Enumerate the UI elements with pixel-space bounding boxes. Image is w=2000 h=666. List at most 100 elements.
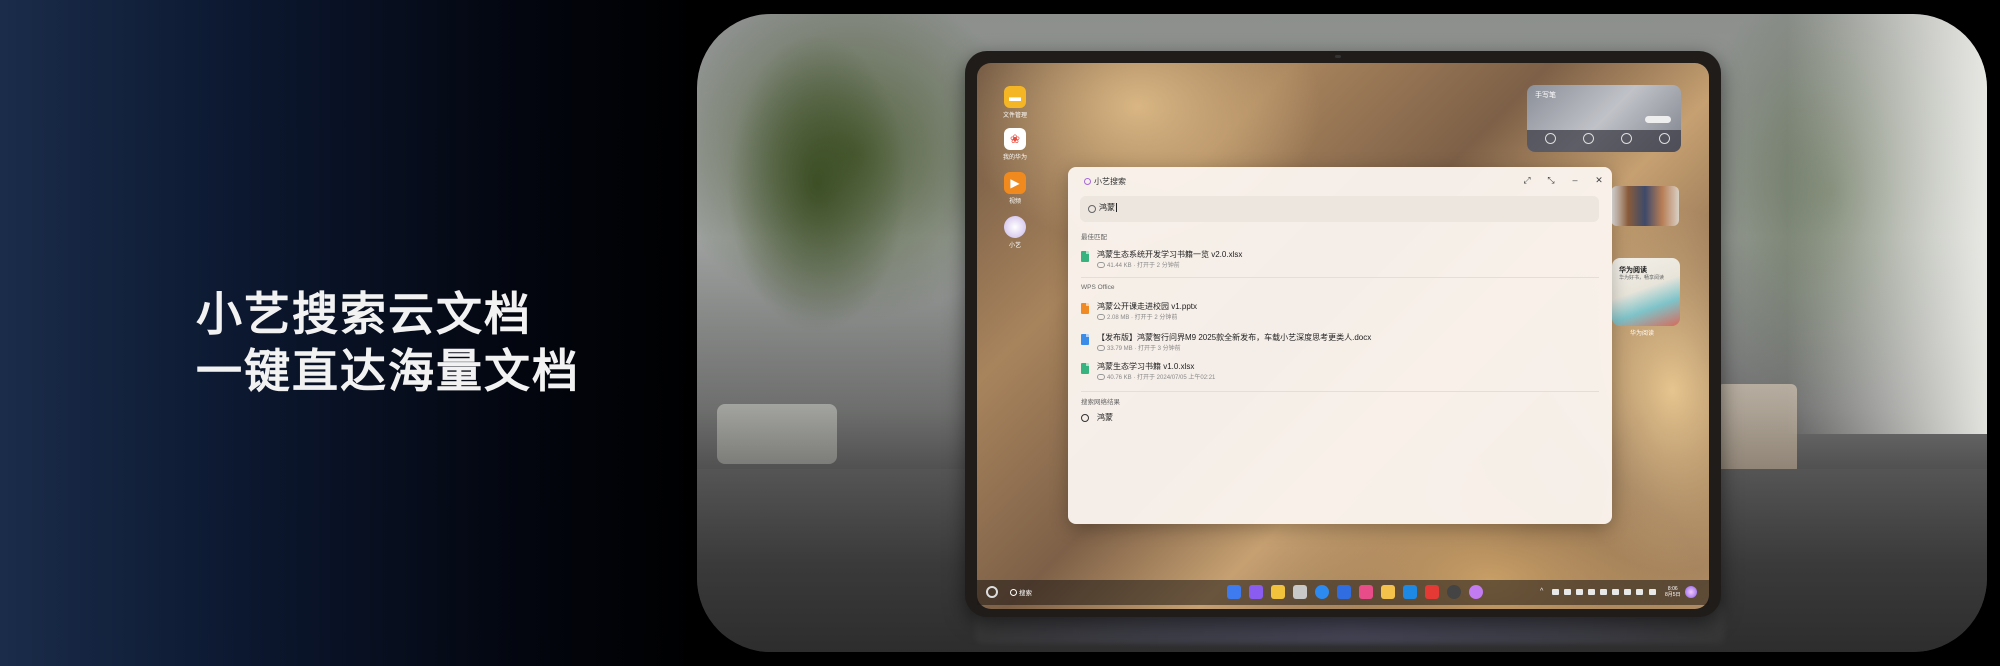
more-button[interactable] bbox=[1645, 116, 1671, 123]
section-header-wps: WPS Office bbox=[1081, 284, 1115, 291]
screen-icon[interactable] bbox=[1621, 133, 1632, 144]
tray-icon-6[interactable] bbox=[1636, 589, 1643, 595]
pptx-file-icon bbox=[1081, 303, 1089, 314]
taskbar-search[interactable]: 搜索 bbox=[1010, 587, 1032, 597]
dock-app-notes2-icon[interactable] bbox=[1381, 585, 1395, 599]
dock-app-xiaoyi-icon[interactable] bbox=[1469, 585, 1483, 599]
tray-icon-5[interactable] bbox=[1624, 589, 1631, 595]
search-input[interactable]: 鸿蒙 bbox=[1080, 196, 1599, 222]
window-light bbox=[1787, 14, 1987, 434]
web-result-item[interactable]: 鸿蒙 bbox=[1081, 412, 1113, 423]
dock-app-wps-icon[interactable] bbox=[1425, 585, 1439, 599]
widget-title: 手写笔 bbox=[1535, 92, 1556, 99]
result-item[interactable]: 【发布版】鸿蒙智行问界M9 2025款全新发布，车载小艺深度思考更类人.docx… bbox=[1081, 331, 1601, 353]
taskbar-search-label: 搜索 bbox=[1019, 590, 1032, 597]
result-name: 【发布版】鸿蒙智行问界M9 2025款全新发布，车载小艺深度思考更类人.docx bbox=[1097, 333, 1372, 342]
pen-icon[interactable] bbox=[1545, 133, 1556, 144]
video-icon: ▶ bbox=[1004, 172, 1026, 194]
tray-icon-2[interactable] bbox=[1564, 589, 1571, 595]
wifi-icon[interactable] bbox=[1600, 589, 1607, 595]
desktop-icon-file-manager[interactable]: ▬ 文件管理 bbox=[1003, 86, 1027, 119]
dock-app-gallery-icon[interactable] bbox=[1359, 585, 1373, 599]
result-meta: 40.76 KB · 打开于 2024/07/05 上午02:21 bbox=[1097, 372, 1215, 381]
headline: 小艺搜索云文档 一键直达海量文档 bbox=[196, 286, 580, 400]
close-button[interactable]: ✕ bbox=[1593, 174, 1605, 186]
battery-icon[interactable] bbox=[1612, 589, 1619, 595]
result-meta-text: 33.79 MB · 打开于 3 分钟前 bbox=[1107, 346, 1181, 352]
divider bbox=[1081, 391, 1599, 392]
widget-subtitle: 华为好书，畅享阅读 bbox=[1619, 275, 1665, 281]
result-item[interactable]: 鸿蒙公开课走进校园 v1.pptx 2.08 MB · 打开于 2 分钟前 bbox=[1081, 300, 1601, 322]
section-header-web: 搜索网络结果 bbox=[1081, 399, 1120, 406]
desktop-icon-label: 视频 bbox=[1008, 199, 1021, 205]
search-icon bbox=[1010, 588, 1017, 596]
lamp-background bbox=[1717, 384, 1797, 474]
headline-line-2: 一键直达海量文档 bbox=[196, 344, 580, 398]
chevron-up-icon[interactable]: ^ bbox=[1540, 588, 1547, 595]
cloud-icon bbox=[1097, 345, 1105, 352]
cloud-icon bbox=[1097, 314, 1105, 321]
start-icon[interactable] bbox=[986, 586, 998, 598]
web-query: 鸿蒙 bbox=[1097, 413, 1113, 422]
result-meta-text: 41.44 KB · 打开于 2 分钟前 bbox=[1107, 263, 1180, 269]
fullscreen-button[interactable]: ⤢ bbox=[1521, 174, 1533, 186]
xiaoyi-assistant-icon[interactable] bbox=[1685, 586, 1697, 598]
dock-app-docs-icon[interactable] bbox=[1403, 585, 1417, 599]
search-query-text: 鸿蒙 bbox=[1099, 202, 1117, 213]
reading-widget[interactable]: 华为阅读 华为好书，畅享阅读 bbox=[1612, 258, 1680, 326]
result-meta: 41.44 KB · 打开于 2 分钟前 bbox=[1097, 260, 1180, 269]
result-meta: 33.79 MB · 打开于 3 分钟前 bbox=[1097, 343, 1181, 352]
result-name: 鸿蒙生态学习书籍 v1.0.xlsx bbox=[1097, 362, 1195, 371]
stylus-widget[interactable]: 手写笔 bbox=[1527, 85, 1681, 152]
desktop-icon-video[interactable]: ▶ 视频 bbox=[1003, 172, 1027, 205]
result-name: 鸿蒙生态系统开发学习书籍一览 v2.0.xlsx bbox=[1097, 250, 1243, 259]
divider bbox=[1081, 277, 1599, 278]
folder-icon: ▬ bbox=[1004, 86, 1026, 108]
desktop-icon-label: 我的华为 bbox=[1002, 155, 1027, 161]
dock-app-notes-icon[interactable] bbox=[1249, 585, 1263, 599]
clock-date: 8月5日 bbox=[1665, 592, 1681, 598]
dock-app-browser-icon[interactable] bbox=[1315, 585, 1329, 599]
restore-button[interactable]: ⤡ bbox=[1545, 174, 1557, 186]
dock-app-grid-icon[interactable] bbox=[1227, 585, 1241, 599]
xiaoyi-icon bbox=[1004, 216, 1026, 238]
search-query: 鸿蒙 bbox=[1099, 203, 1115, 212]
camera-icon bbox=[1335, 55, 1341, 58]
panel-title-text: 小艺搜索 bbox=[1094, 177, 1126, 186]
huawei-icon: ❀ bbox=[1004, 128, 1026, 150]
pot-background bbox=[717, 404, 837, 464]
tray-icon-1[interactable] bbox=[1552, 589, 1559, 595]
gallery-widget[interactable] bbox=[1611, 186, 1679, 226]
result-name: 鸿蒙公开课走进校园 v1.pptx bbox=[1097, 302, 1198, 311]
tray-icon-3[interactable] bbox=[1576, 589, 1583, 595]
desktop-icon-xiaoyi[interactable]: 小艺 bbox=[1003, 216, 1027, 249]
cloud-icon bbox=[1097, 374, 1105, 381]
desktop-icon-label: 文件管理 bbox=[1002, 113, 1027, 119]
dock-app-mail-icon[interactable] bbox=[1337, 585, 1351, 599]
dock-app-trash-icon[interactable] bbox=[1293, 585, 1307, 599]
result-item[interactable]: 鸿蒙生态学习书籍 v1.0.xlsx 40.76 KB · 打开于 2024/0… bbox=[1081, 360, 1601, 382]
result-meta-text: 2.08 MB · 打开于 2 分钟前 bbox=[1107, 315, 1178, 321]
search-icon bbox=[1088, 205, 1096, 213]
dock-app-files-icon[interactable] bbox=[1271, 585, 1285, 599]
dock-app-settings-icon[interactable] bbox=[1447, 585, 1461, 599]
bell-icon[interactable] bbox=[1649, 589, 1656, 595]
search-icon bbox=[1084, 178, 1091, 185]
clock[interactable]: 8:06 8月5日 bbox=[1665, 586, 1681, 598]
widget-action-bar bbox=[1527, 130, 1681, 152]
scan-icon[interactable] bbox=[1659, 133, 1670, 144]
desktop-icon-my-huawei[interactable]: ❀ 我的华为 bbox=[1003, 128, 1027, 161]
result-item[interactable]: 鸿蒙生态系统开发学习书籍一览 v2.0.xlsx 41.44 KB · 打开于 … bbox=[1081, 248, 1601, 270]
headline-line-1: 小艺搜索云文档 bbox=[196, 287, 532, 341]
panel-title: 小艺搜索 bbox=[1084, 176, 1126, 187]
widget-label: 华为阅读 bbox=[1630, 331, 1655, 337]
minimize-button[interactable]: – bbox=[1569, 174, 1581, 186]
result-meta: 2.08 MB · 打开于 2 分钟前 bbox=[1097, 312, 1177, 321]
plant-background bbox=[727, 34, 907, 334]
tray-icon-4[interactable] bbox=[1588, 589, 1595, 595]
docx-file-icon bbox=[1081, 334, 1089, 345]
xlsx-file-icon bbox=[1081, 363, 1089, 374]
search-icon bbox=[1081, 413, 1089, 422]
stack-icon[interactable] bbox=[1583, 133, 1594, 144]
section-header-best-match: 最佳匹配 bbox=[1081, 234, 1107, 241]
